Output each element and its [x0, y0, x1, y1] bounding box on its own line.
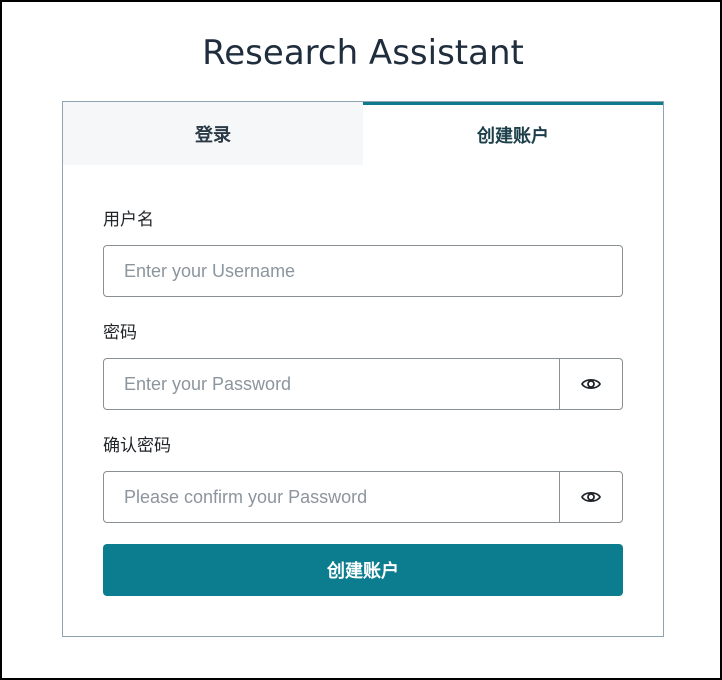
- create-account-button[interactable]: 创建账户: [103, 544, 623, 596]
- tab-login[interactable]: 登录: [63, 102, 363, 165]
- eye-icon: [581, 491, 601, 503]
- username-label: 用户名: [103, 210, 154, 230]
- auth-card: 登录 创建账户 用户名 密码 确认密码 创建账户: [62, 101, 664, 637]
- eye-icon: [581, 378, 601, 390]
- toggle-confirm-password-visibility-button[interactable]: [559, 471, 623, 523]
- app-window: Research Assistant 登录 创建账户 用户名 密码 确认密码 创…: [0, 0, 722, 680]
- confirm-password-input[interactable]: [103, 471, 560, 523]
- password-label: 密码: [103, 323, 137, 343]
- auth-tabs: 登录 创建账户: [63, 102, 663, 165]
- toggle-password-visibility-button[interactable]: [559, 358, 623, 410]
- tab-create-account[interactable]: 创建账户: [363, 102, 663, 165]
- password-input[interactable]: [103, 358, 560, 410]
- username-input[interactable]: [103, 245, 623, 297]
- confirm-password-label: 确认密码: [103, 436, 171, 456]
- page-title: Research Assistant: [202, 33, 524, 73]
